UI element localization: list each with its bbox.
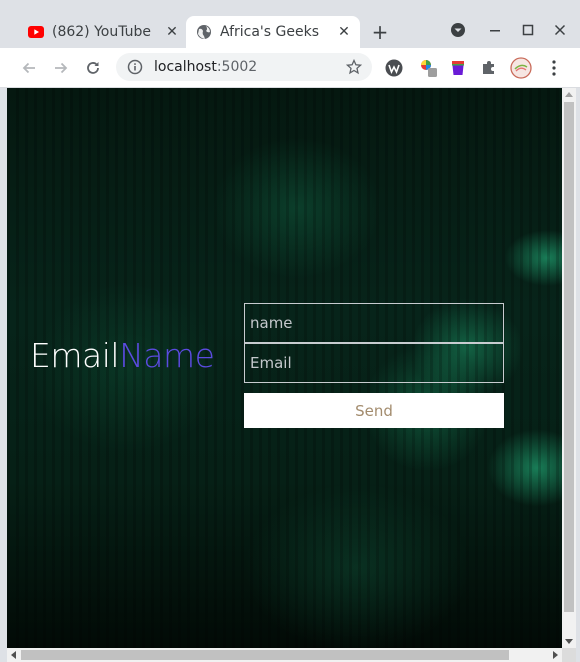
name-input[interactable] [244, 303, 504, 343]
extension-w-icon[interactable] [383, 57, 405, 79]
browser-toolbar: localhost:5002 [0, 48, 580, 88]
scrollbar-corner [562, 648, 576, 662]
back-icon[interactable] [15, 54, 43, 82]
horizontal-scroll-thumb[interactable] [21, 650, 509, 660]
info-icon[interactable] [126, 58, 144, 76]
vertical-scrollbar[interactable] [562, 88, 576, 648]
close-tab-icon[interactable]: ✕ [334, 22, 354, 42]
horizontal-scrollbar[interactable] [7, 648, 562, 662]
brand-logo: EmailName [30, 336, 215, 375]
scroll-up-icon[interactable] [565, 92, 573, 97]
maximize-icon[interactable] [516, 18, 540, 42]
globe-icon [196, 24, 212, 40]
send-button[interactable]: Send [244, 393, 504, 428]
scroll-left-icon[interactable] [11, 651, 16, 659]
url-text: localhost:5002 [154, 59, 258, 75]
extensions-puzzle-icon[interactable] [478, 57, 500, 79]
menu-dots-icon[interactable] [543, 57, 565, 79]
window-frame-left [0, 88, 7, 662]
extension-cup-icon[interactable] [447, 57, 469, 79]
new-tab-button[interactable]: + [368, 20, 392, 44]
tab-youtube[interactable]: (862) YouTube ✕ [18, 16, 188, 48]
brand-word-name: Name [119, 336, 215, 375]
extension-colorwheel-icon[interactable] [418, 57, 440, 79]
reload-icon[interactable] [79, 54, 107, 82]
forward-icon[interactable] [47, 54, 75, 82]
page-viewport: EmailName Send [7, 88, 562, 648]
minimize-icon[interactable] [483, 18, 507, 42]
tab-search-icon[interactable] [446, 18, 470, 42]
tab-title: Africa's Geeks [220, 24, 319, 40]
window-frame-right [576, 88, 580, 662]
address-bar[interactable]: localhost:5002 [116, 53, 372, 81]
email-input[interactable] [244, 343, 504, 383]
youtube-icon [28, 24, 44, 40]
vertical-scroll-thumb[interactable] [564, 102, 574, 612]
tab-strip: (862) YouTube ✕ Africa's Geeks ✕ + [0, 0, 580, 48]
bookmark-star-icon[interactable] [345, 58, 363, 75]
scroll-right-icon[interactable] [553, 651, 558, 659]
close-tab-icon[interactable]: ✕ [162, 22, 182, 42]
tab-title: (862) YouTube [52, 24, 152, 40]
scroll-down-icon[interactable] [565, 639, 573, 644]
profile-avatar-icon[interactable] [510, 57, 532, 79]
brand-word-email: Email [30, 336, 120, 375]
tab-africas-geeks[interactable]: Africa's Geeks ✕ [186, 16, 360, 48]
window-close-icon[interactable] [548, 18, 572, 42]
